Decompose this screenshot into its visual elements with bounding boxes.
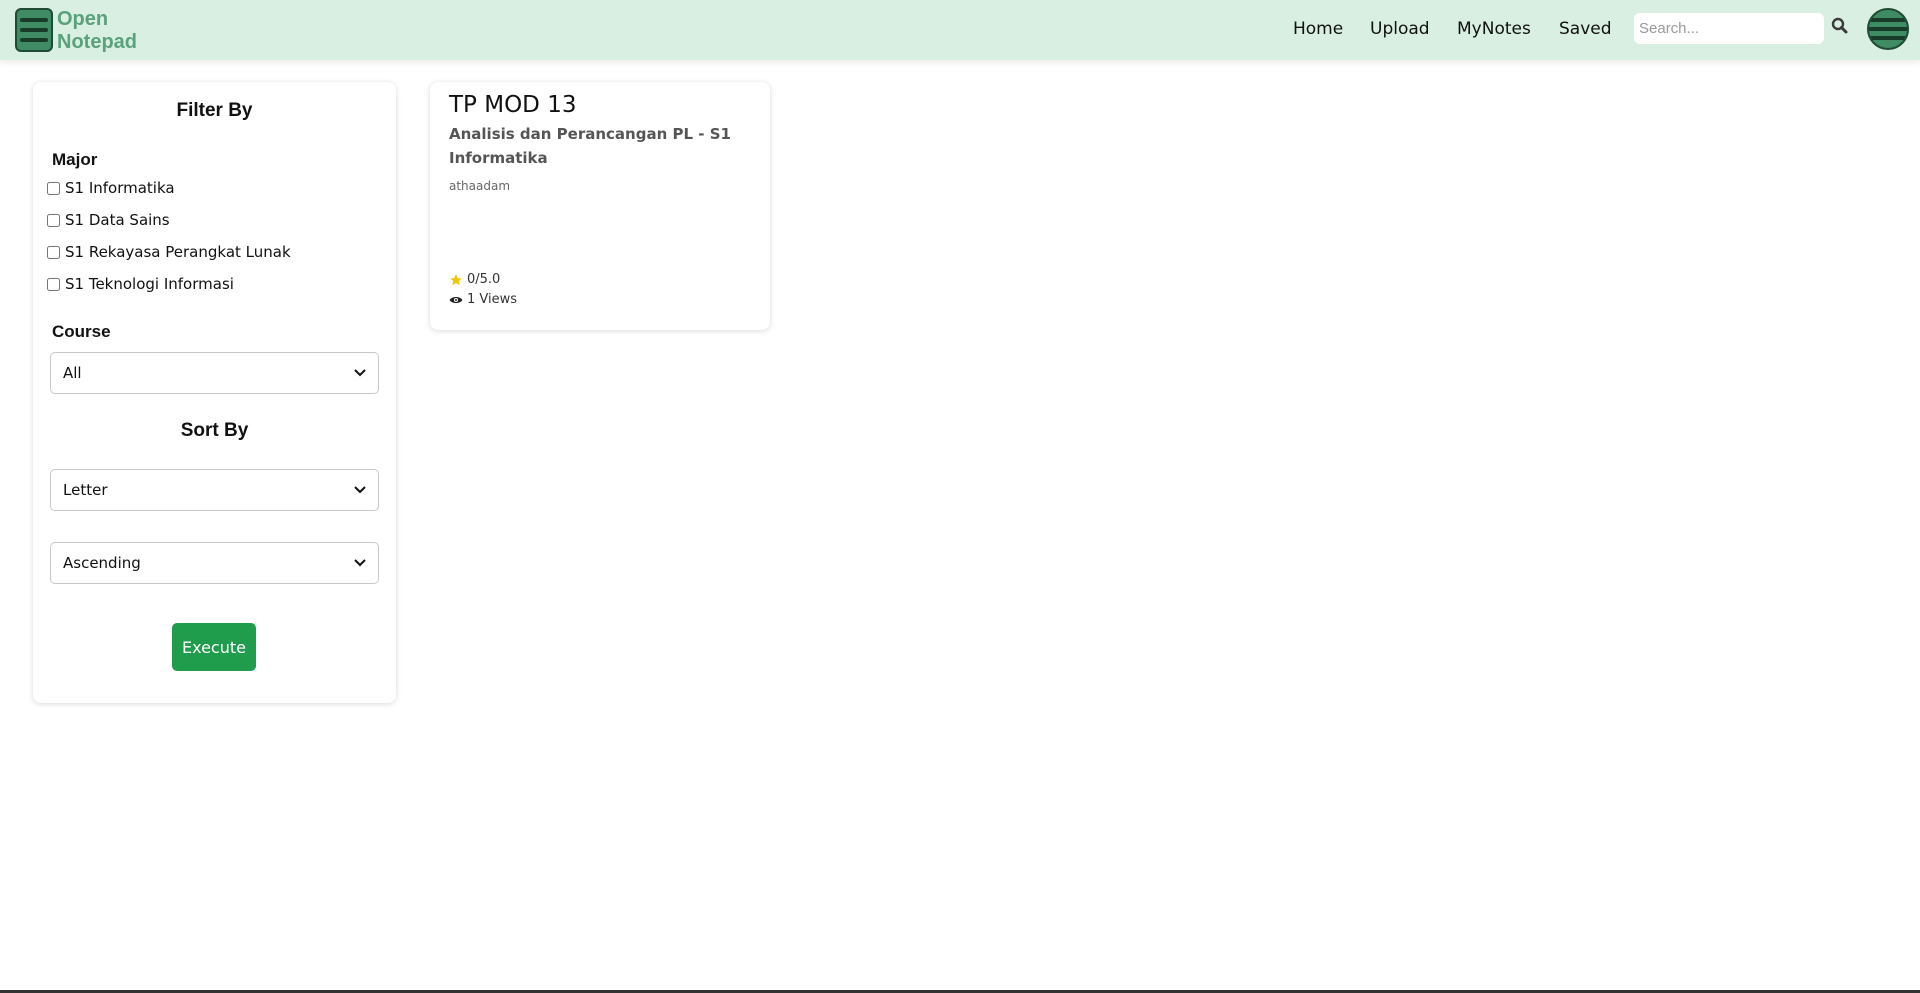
course-select-value: All	[63, 364, 82, 382]
brand-line-1: Open	[57, 8, 109, 30]
eye-icon	[449, 296, 463, 303]
major-option-label: S1 Data Sains	[65, 211, 170, 229]
chevron-down-icon	[354, 369, 366, 377]
profile-menu-icon-line	[1869, 36, 1907, 40]
brand-logo[interactable]: Open Notepad	[57, 8, 147, 54]
filter-title: Filter By	[176, 100, 253, 121]
sort-order-value: Ascending	[63, 554, 141, 572]
major-checkbox[interactable]	[47, 245, 60, 259]
major-option-informatika[interactable]: S1 Informatika	[47, 179, 175, 197]
major-checkbox[interactable]	[47, 277, 60, 291]
sort-field-select[interactable]: Letter	[50, 469, 379, 511]
note-views: 1 Views	[449, 292, 517, 307]
filter-panel: Filter By Major S1 Informatika S1 Data S…	[33, 82, 396, 703]
hamburger-icon	[20, 18, 48, 22]
chevron-down-icon	[354, 559, 366, 567]
search-input[interactable]	[1634, 13, 1824, 44]
major-option-rpl[interactable]: S1 Rekayasa Perangkat Lunak	[47, 243, 291, 261]
execute-button[interactable]: Execute	[172, 623, 256, 671]
hamburger-icon-line	[20, 38, 48, 42]
note-rating: 0/5.0	[449, 272, 500, 287]
note-card[interactable]: TP MOD 13 Analisis dan Perancangan PL - …	[430, 82, 770, 330]
major-label: Major	[52, 150, 98, 169]
note-course: Analisis dan Perancangan PL - S1 Informa…	[449, 125, 731, 167]
major-checkbox[interactable]	[47, 213, 60, 227]
sort-title: Sort By	[180, 420, 249, 441]
profile-menu-icon-line	[1869, 27, 1907, 31]
nav-link-mynotes[interactable]: MyNotes	[1457, 19, 1531, 39]
search-icon[interactable]	[1830, 16, 1850, 36]
major-option-label: S1 Teknologi Informasi	[65, 275, 234, 293]
major-option-label: S1 Rekayasa Perangkat Lunak	[65, 243, 291, 261]
profile-menu-button[interactable]	[1867, 8, 1909, 50]
major-option-data-sains[interactable]: S1 Data Sains	[47, 211, 170, 229]
course-select[interactable]: All	[50, 352, 379, 394]
note-title[interactable]: TP MOD 13	[449, 92, 576, 118]
brand-line-2: Notepad	[57, 31, 137, 53]
nav-link-home[interactable]: Home	[1293, 19, 1343, 39]
note-views-value: 1 Views	[467, 292, 518, 307]
major-option-label: S1 Informatika	[65, 179, 175, 197]
profile-menu-icon	[1869, 18, 1907, 22]
major-option-ti[interactable]: S1 Teknologi Informasi	[47, 275, 234, 293]
chevron-down-icon	[354, 486, 366, 494]
nav-link-saved[interactable]: Saved	[1559, 19, 1612, 39]
top-navbar: Open Notepad Home Upload MyNotes Saved	[0, 0, 1920, 60]
sort-order-select[interactable]: Ascending	[50, 542, 379, 584]
star-icon	[450, 273, 462, 285]
hamburger-menu-button[interactable]	[15, 8, 53, 52]
note-author: athaadam	[449, 179, 511, 193]
sort-field-value: Letter	[63, 481, 108, 499]
course-label: Course	[52, 322, 111, 341]
major-checkbox[interactable]	[47, 181, 60, 195]
nav-link-upload[interactable]: Upload	[1370, 19, 1430, 39]
hamburger-icon-line	[20, 28, 48, 32]
note-rating-value: 0/5.0	[467, 272, 501, 287]
